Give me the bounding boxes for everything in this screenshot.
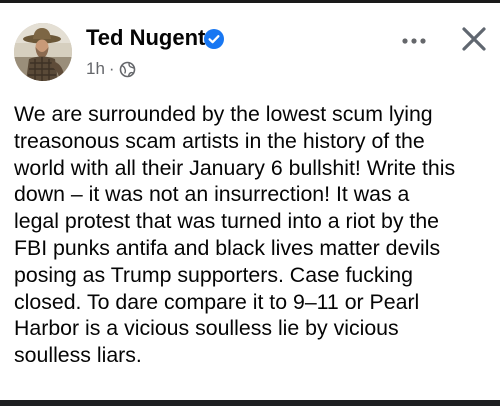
avatar-photo	[14, 23, 72, 81]
author-name[interactable]: Ted Nugent	[86, 25, 205, 51]
avatar[interactable]	[14, 23, 72, 81]
verified-badge-icon	[204, 29, 224, 49]
more-horizontal-icon	[402, 38, 408, 44]
more-options-button[interactable]	[400, 31, 428, 51]
close-icon	[462, 27, 486, 51]
post-text: We are surrounded by the lowest scum lyi…	[14, 102, 456, 368]
close-button[interactable]	[460, 25, 488, 53]
post-timestamp[interactable]: 1h	[86, 59, 105, 79]
facebook-post: Ted Nugent 1h · We are surrounded by the…	[0, 3, 500, 400]
meta-separator: ·	[108, 59, 115, 78]
post-meta: 1h ·	[86, 59, 136, 79]
bottom-edge	[0, 400, 500, 406]
post-header: Ted Nugent 1h ·	[14, 19, 488, 85]
globe-icon[interactable]	[119, 61, 136, 78]
